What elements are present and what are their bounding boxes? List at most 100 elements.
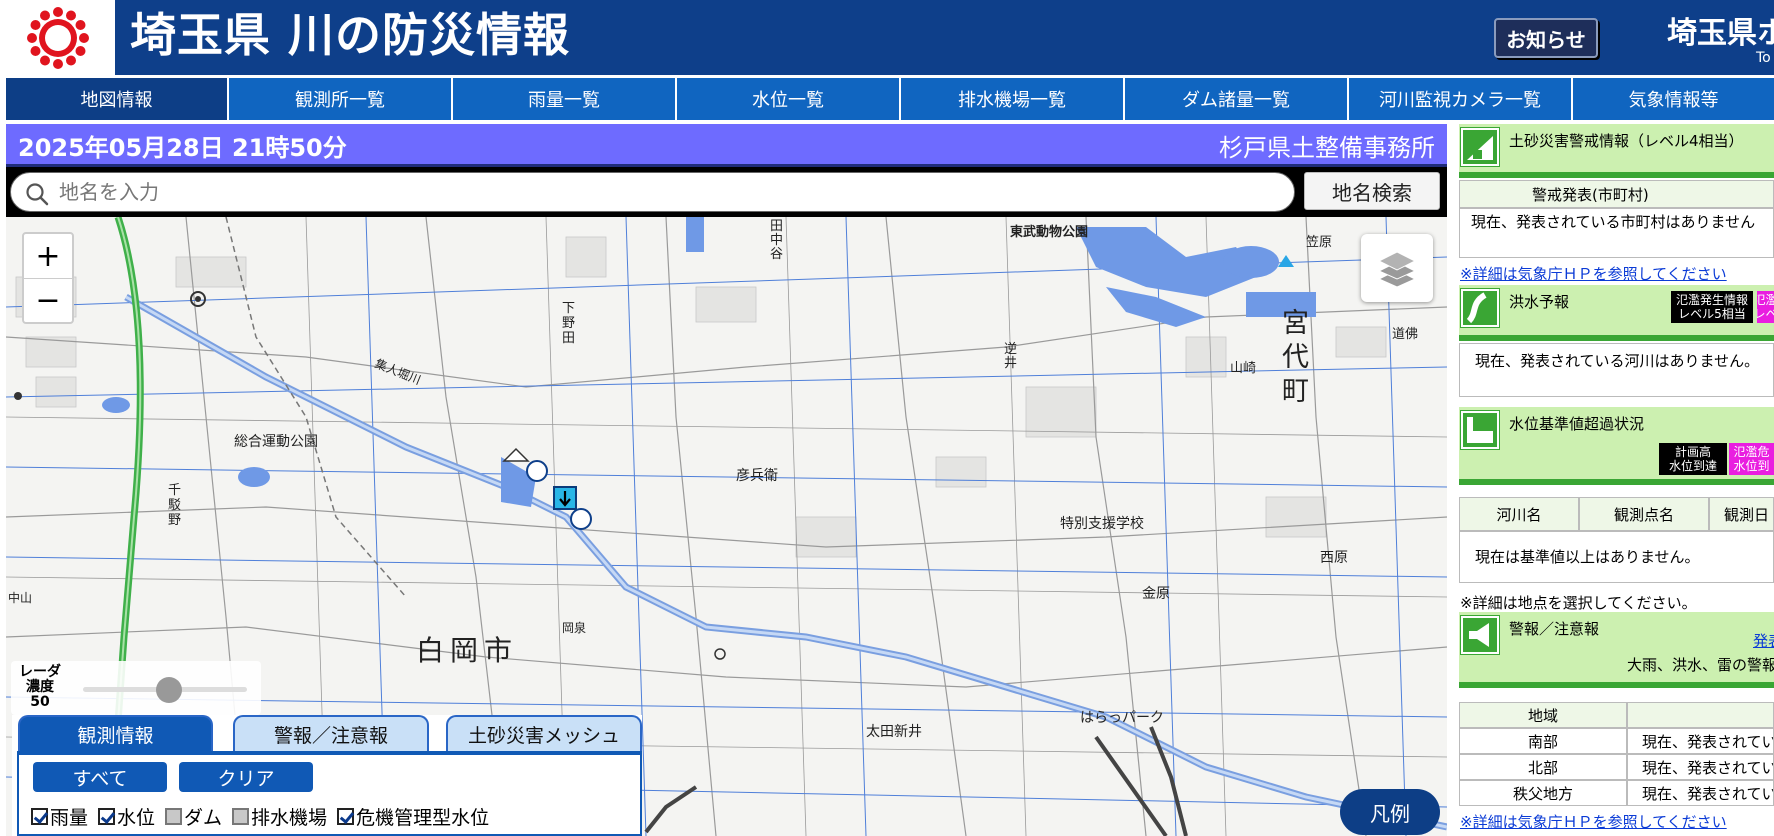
observation-datetime: 2025年05月28日 21時50分 bbox=[18, 134, 347, 162]
layers-icon bbox=[1377, 251, 1417, 288]
nav-water-level-list[interactable]: 水位一覧 bbox=[677, 78, 899, 120]
map-label-nishihara: 西原 bbox=[1320, 550, 1348, 566]
place-search-button[interactable]: 地名検索 bbox=[1304, 172, 1440, 210]
nav-weather-info[interactable]: 気象情報等 bbox=[1573, 78, 1774, 120]
info-side-panel: 土砂災害警戒情報（レベル4相当） 警戒発表(市町村) 現在、発表されている市町村… bbox=[1459, 124, 1774, 836]
landslide-message: 現在、発表されている市町村はありません bbox=[1471, 213, 1756, 231]
checkbox-icon bbox=[98, 808, 116, 825]
clear-button[interactable]: クリア bbox=[179, 762, 313, 792]
map-label-tanakaya: 田 中 谷 bbox=[770, 219, 784, 262]
layer-switch-button[interactable] bbox=[1361, 234, 1433, 302]
flood-forecast-icon bbox=[1460, 288, 1500, 328]
dam-checkbox[interactable]: ダム bbox=[165, 803, 222, 830]
landslide-jma-link[interactable]: ※詳細は気象庁ＨＰを参照してください bbox=[1460, 263, 1727, 284]
tab-landslide-mesh[interactable]: 土砂災害メッシュ bbox=[446, 715, 642, 751]
landslide-title: 土砂災害警戒情報（レベル4相当） bbox=[1509, 132, 1744, 150]
nav-rainfall-list[interactable]: 雨量一覧 bbox=[453, 78, 675, 120]
warnings-subtitle: 大雨、洪水、雷の警報 bbox=[1627, 656, 1774, 674]
nav-camera-list[interactable]: 河川監視カメラ一覧 bbox=[1349, 78, 1571, 120]
warnings-announce-link[interactable]: 発表 bbox=[1753, 630, 1774, 651]
col-observed-date: 観測日 bbox=[1709, 497, 1774, 531]
warning-megaphone-icon bbox=[1460, 615, 1500, 655]
water-level-note: ※詳細は地点を選択してください。 bbox=[1460, 594, 1697, 612]
map-label-kasahara: 笠原 bbox=[1306, 235, 1333, 250]
flood-forecast-title: 洪水予報 bbox=[1509, 293, 1570, 311]
nav-station-list[interactable]: 観測所一覧 bbox=[229, 78, 451, 120]
warning-row-area: 南部 bbox=[1459, 728, 1627, 754]
warning-row-status[interactable]: 現在、発表されてい bbox=[1627, 754, 1774, 780]
planned-level-tag: 計画高 水位到達 bbox=[1659, 443, 1727, 475]
map-label-miyashiro: 宮 代 町 bbox=[1282, 308, 1309, 407]
legend-button[interactable]: 凡例 bbox=[1340, 789, 1440, 835]
checkbox-label: 排水機場 bbox=[251, 807, 328, 829]
water-level-icon bbox=[1460, 410, 1500, 450]
observation-layer-panel: 観測情報 警報／注意報 土砂災害メッシュ すべて クリア 雨量 水位 ダム 排水… bbox=[12, 715, 642, 836]
map-label-sakai: 逆 井 bbox=[1004, 342, 1018, 371]
prefecture-home-sub[interactable]: To bbox=[1756, 50, 1771, 66]
saitama-emblem-icon bbox=[26, 6, 89, 69]
flood-level4-tag: 氾濫 レベ bbox=[1757, 291, 1774, 323]
observation-panel-body: すべて クリア 雨量 水位 ダム 排水機場 危機管理型水位 bbox=[17, 751, 642, 836]
map-label-harappark: はらっパーク bbox=[1080, 710, 1164, 726]
checkbox-label: 危機管理型水位 bbox=[356, 807, 490, 829]
map-label-shimonoda: 下 野 田 bbox=[562, 301, 576, 346]
nav-map-info[interactable]: 地図情報 bbox=[6, 78, 227, 120]
map-label-special-school: 特別支援学校 bbox=[1060, 516, 1144, 532]
map-view[interactable]: 東武動物公園 宮 代 町 山崎 総合運動公園 田 中 谷 下 野 田 彦兵衛 特… bbox=[6, 217, 1447, 836]
warning-row-area: 北部 bbox=[1459, 754, 1627, 780]
water-level-title: 水位基準値超過状況 bbox=[1509, 415, 1645, 433]
landslide-column-header: 警戒発表(市町村) bbox=[1459, 180, 1774, 208]
datetime-bar: 2025年05月28日 21時50分 杉戸県土整備事務所 bbox=[6, 124, 1447, 167]
checkbox-icon bbox=[31, 808, 48, 825]
warning-row-status[interactable]: 現在、発表されてい bbox=[1627, 780, 1774, 806]
map-label-shiraoka-city: 白岡市 bbox=[416, 634, 519, 667]
map-label-tobu-zoo: 東武動物公園 bbox=[1010, 225, 1089, 240]
nav-dam-list[interactable]: ダム諸量一覧 bbox=[1125, 78, 1347, 120]
notice-button[interactable]: お知らせ bbox=[1494, 18, 1598, 58]
prefecture-home-link[interactable]: 埼玉県ホ bbox=[1667, 8, 1774, 52]
nav-pump-station-list[interactable]: 排水機場一覧 bbox=[901, 78, 1123, 120]
water-level-checkbox[interactable]: 水位 bbox=[98, 803, 155, 830]
map-label-yamazaki: 山崎 bbox=[1230, 361, 1257, 376]
zoom-out-button[interactable]: − bbox=[24, 278, 72, 322]
flood-level5-tag: 氾濫発生情報 レベル5相当 bbox=[1671, 291, 1753, 323]
pump-station-checkbox[interactable]: 排水機場 bbox=[232, 803, 327, 830]
flood-forecast-header: 洪水予報 氾濫発生情報 レベル5相当 氾濫 レベ bbox=[1459, 285, 1774, 341]
map-label-hikobei: 彦兵衛 bbox=[736, 468, 778, 484]
water-level-message: 現在は基準値以上はありません。 bbox=[1475, 548, 1700, 566]
map-label-sports-park: 総合運動公園 bbox=[234, 434, 318, 450]
prefecture-logo[interactable] bbox=[0, 0, 115, 75]
flood-message: 現在、発表されている河川はありません。 bbox=[1475, 352, 1760, 370]
rainfall-checkbox[interactable]: 雨量 bbox=[31, 803, 88, 830]
tab-observation-info[interactable]: 観測情報 bbox=[18, 715, 213, 751]
col-river-name: 河川名 bbox=[1459, 497, 1579, 531]
search-bar: 地名検索 bbox=[6, 167, 1447, 217]
office-name: 杉戸県土整備事務所 bbox=[1219, 134, 1435, 162]
warnings-header: 警報／注意報 発表 大雨、洪水、雷の警報 bbox=[1459, 612, 1774, 688]
site-header: 埼玉県 川の防災情報 お知らせ 埼玉県ホ To bbox=[0, 0, 1774, 75]
radar-opacity-control: レーダ 濃度 50 bbox=[11, 661, 261, 715]
col-warning-status bbox=[1627, 702, 1774, 728]
landslide-icon bbox=[1460, 127, 1500, 167]
site-title[interactable]: 埼玉県 川の防災情報 bbox=[130, 5, 570, 65]
map-label-okuni: 岡泉 bbox=[562, 621, 587, 635]
checkbox-icon bbox=[165, 808, 183, 825]
checkbox-label: ダム bbox=[184, 807, 223, 829]
crisis-water-level-checkbox[interactable]: 危機管理型水位 bbox=[337, 803, 489, 830]
warning-row-area: 秩父地方 bbox=[1459, 780, 1627, 806]
radar-opacity-label: レーダ 濃度 50 bbox=[19, 664, 61, 710]
radar-opacity-handle[interactable] bbox=[156, 677, 182, 703]
select-all-button[interactable]: すべて bbox=[33, 762, 167, 792]
checkbox-icon bbox=[337, 808, 355, 825]
checkbox-label: 雨量 bbox=[50, 807, 89, 829]
tab-warnings[interactable]: 警報／注意報 bbox=[233, 715, 429, 751]
water-level-header: 水位基準値超過状況 計画高 水位到達 氾濫危 水位到 bbox=[1459, 407, 1774, 485]
warnings-jma-link[interactable]: ※詳細は気象庁ＨＰを参照してください bbox=[1460, 811, 1727, 832]
zoom-in-button[interactable]: + bbox=[24, 234, 72, 278]
landslide-section-header: 土砂災害警戒情報（レベル4相当） bbox=[1459, 124, 1774, 178]
warning-row-status[interactable]: 現在、発表されてい bbox=[1627, 728, 1774, 754]
search-field[interactable] bbox=[10, 172, 1295, 212]
col-station-name: 観測点名 bbox=[1579, 497, 1709, 531]
checkbox-icon bbox=[232, 808, 250, 825]
search-input[interactable] bbox=[57, 179, 1257, 205]
